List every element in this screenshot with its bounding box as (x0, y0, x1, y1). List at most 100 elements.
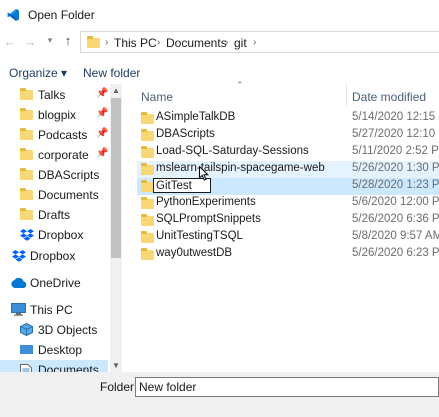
list-item-hover[interactable]: mslearn-tailspin-spacegame-web 5/26/2020… (137, 161, 439, 178)
list-item[interactable]: UnitTestingTSQL 5/8/2020 9:57 AM (137, 229, 439, 246)
nav-item-dbascripts[interactable]: DBAScripts (0, 165, 108, 185)
list-item[interactable]: ASimpleTalkDB 5/14/2020 12:15 PM (137, 110, 439, 127)
nav-item-talks[interactable]: Talks 📌 (0, 85, 108, 105)
documents-icon (20, 364, 32, 372)
item-name: way0utwestDB (156, 247, 233, 259)
pin-icon: 📌 (96, 88, 109, 99)
nav-item-corporate[interactable]: corporate 📌 (0, 145, 108, 165)
folder-icon (141, 146, 154, 158)
breadcrumb-this-pc[interactable]: This PC (114, 36, 157, 50)
nav-item-label: blogpix (38, 108, 77, 122)
nav-item-onedrive[interactable]: OneDrive (0, 273, 108, 293)
sort-chevron-icon: ⌃ (236, 80, 244, 90)
nav-item-drafts[interactable]: Drafts (0, 205, 108, 225)
list-item-renaming[interactable]: GitTest 5/28/2020 1:23 PM (137, 178, 439, 195)
chevron-down-icon[interactable]: ▾ (42, 35, 58, 46)
desktop-icon (20, 345, 33, 354)
folder-name-input[interactable]: New folder (135, 377, 439, 397)
3d-objects-icon (20, 323, 33, 336)
breadcrumb-chevron-icon: › (225, 37, 229, 48)
up-arrow-icon[interactable]: ↑ (60, 33, 76, 48)
nav-item-label: corporate (38, 148, 89, 162)
nav-scrollbar-thumb[interactable] (111, 98, 121, 258)
item-date: 5/26/2020 1:30 PM (352, 162, 439, 174)
pin-icon: 📌 (96, 128, 109, 139)
folder-icon (141, 197, 154, 209)
item-name: UnitTestingTSQL (156, 230, 243, 242)
pin-icon: 📌 (96, 108, 109, 119)
nav-item-dropbox[interactable]: Dropbox (0, 246, 108, 266)
column-divider[interactable] (346, 84, 347, 106)
item-date: 5/11/2020 2:52 PM (352, 145, 439, 157)
back-arrow-icon[interactable]: ← (2, 34, 18, 49)
folder-label: Folder: (100, 380, 138, 394)
nav-item-desktop[interactable]: Desktop (0, 340, 108, 360)
pin-icon: 📌 (96, 148, 109, 159)
column-header-name[interactable]: Name (141, 90, 173, 104)
dropbox-icon (20, 229, 34, 241)
item-name: DBAScripts (156, 128, 215, 140)
folder-icon (20, 168, 33, 180)
nav-item-label: This PC (30, 303, 73, 317)
nav-item-label: Talks (38, 88, 66, 102)
organize-button[interactable]: Organize ▾ (9, 66, 67, 80)
nav-item-label: Podcasts (38, 128, 88, 142)
nav-item-label: Dropbox (30, 249, 76, 263)
nav-item-label: 3D Objects (38, 323, 98, 337)
title-bar: Open Folder (0, 0, 439, 30)
forward-arrow-icon[interactable]: → (22, 34, 38, 49)
dropbox-icon (12, 250, 26, 262)
item-date: 5/26/2020 6:23 PM (352, 247, 439, 259)
item-date: 5/28/2020 1:23 PM (352, 179, 439, 191)
item-name: mslearn-tailspin-spacegame-web (156, 162, 325, 174)
window-title: Open Folder (28, 8, 95, 22)
item-date: 5/27/2020 12:10 PM (352, 128, 439, 140)
nav-item-label: Dropbox (38, 228, 84, 242)
breadcrumb-git[interactable]: git (234, 36, 247, 50)
navigation-pane: Talks 📌 blogpix 📌 Podcasts 📌 corporate 📌… (0, 84, 122, 372)
nav-item-label: Documents (38, 188, 99, 202)
breadcrumb-chevron-icon: › (253, 37, 257, 48)
folder-icon (141, 231, 154, 243)
onedrive-icon (11, 278, 27, 288)
breadcrumb-documents[interactable]: Documents (166, 36, 227, 50)
folder-icon (20, 108, 33, 120)
nav-item-documents[interactable]: Documents (0, 185, 108, 205)
list-item[interactable]: DBAScripts 5/27/2020 12:10 PM (137, 127, 439, 144)
new-folder-button[interactable]: New folder (83, 66, 140, 80)
item-date: 5/8/2020 9:57 AM (352, 230, 439, 242)
folder-icon (20, 188, 33, 200)
nav-item-label: DBAScripts (38, 168, 100, 182)
list-item[interactable]: SQLPromptSnippets 5/26/2020 6:36 PM (137, 212, 439, 229)
list-item[interactable]: Load-SQL-Saturday-Sessions 5/11/2020 2:5… (137, 144, 439, 161)
nav-item-3d-objects[interactable]: 3D Objects (0, 320, 108, 340)
nav-item-blogpix[interactable]: blogpix 📌 (0, 105, 108, 125)
nav-item-dropbox-sub[interactable]: Dropbox (0, 225, 108, 245)
address-bar[interactable]: › This PC › Documents › git › (80, 31, 439, 53)
nav-item-podcasts[interactable]: Podcasts 📌 (0, 125, 108, 145)
nav-item-this-pc[interactable]: This PC (0, 300, 108, 320)
item-date: 5/26/2020 6:36 PM (352, 213, 439, 225)
folder-icon (141, 248, 154, 260)
list-item[interactable]: way0utwestDB 5/26/2020 6:23 PM (137, 246, 439, 263)
item-name: ASimpleTalkDB (156, 111, 236, 123)
command-bar: Organize ▾ New folder (0, 60, 439, 84)
item-name: PythonExperiments (156, 196, 256, 208)
scroll-up-arrow-icon[interactable]: ▲ (110, 86, 122, 95)
nav-item-documents-pc[interactable]: Documents (0, 360, 108, 372)
breadcrumb-chevron-icon: › (157, 37, 161, 48)
column-header-date[interactable]: Date modified (352, 90, 426, 104)
folder-icon (20, 128, 33, 140)
item-name: SQLPromptSnippets (156, 213, 261, 225)
folder-icon (20, 88, 33, 100)
folder-icon (141, 112, 154, 124)
item-name: Load-SQL-Saturday-Sessions (156, 145, 309, 157)
nav-item-label: Drafts (38, 208, 71, 222)
item-date: 5/14/2020 12:15 PM (352, 111, 439, 123)
list-item[interactable]: PythonExperiments 5/6/2020 12:00 PM (137, 195, 439, 212)
scroll-down-arrow-icon[interactable]: ▼ (110, 361, 122, 370)
nav-item-label: OneDrive (30, 276, 81, 290)
mouse-cursor-icon (199, 166, 209, 181)
vscode-icon (7, 9, 19, 21)
folder-icon (20, 148, 33, 160)
